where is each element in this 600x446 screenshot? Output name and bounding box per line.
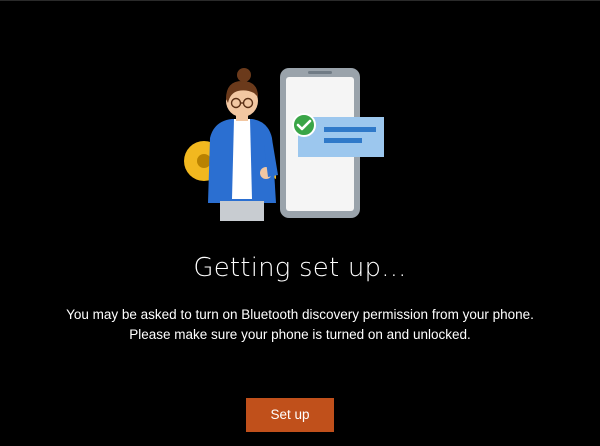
description-line-2: Please make sure your phone is turned on… bbox=[129, 327, 471, 342]
page-title: Getting set up... bbox=[193, 253, 407, 283]
setup-window: Getting set up... You may be asked to tu… bbox=[0, 0, 600, 446]
setup-illustration bbox=[184, 68, 384, 221]
description-line-1: You may be asked to turn on Bluetooth di… bbox=[66, 307, 534, 322]
setup-button[interactable]: Set up bbox=[246, 398, 334, 432]
checkmark-icon bbox=[292, 113, 316, 137]
description: You may be asked to turn on Bluetooth di… bbox=[30, 305, 570, 345]
person-graphic bbox=[208, 68, 278, 221]
